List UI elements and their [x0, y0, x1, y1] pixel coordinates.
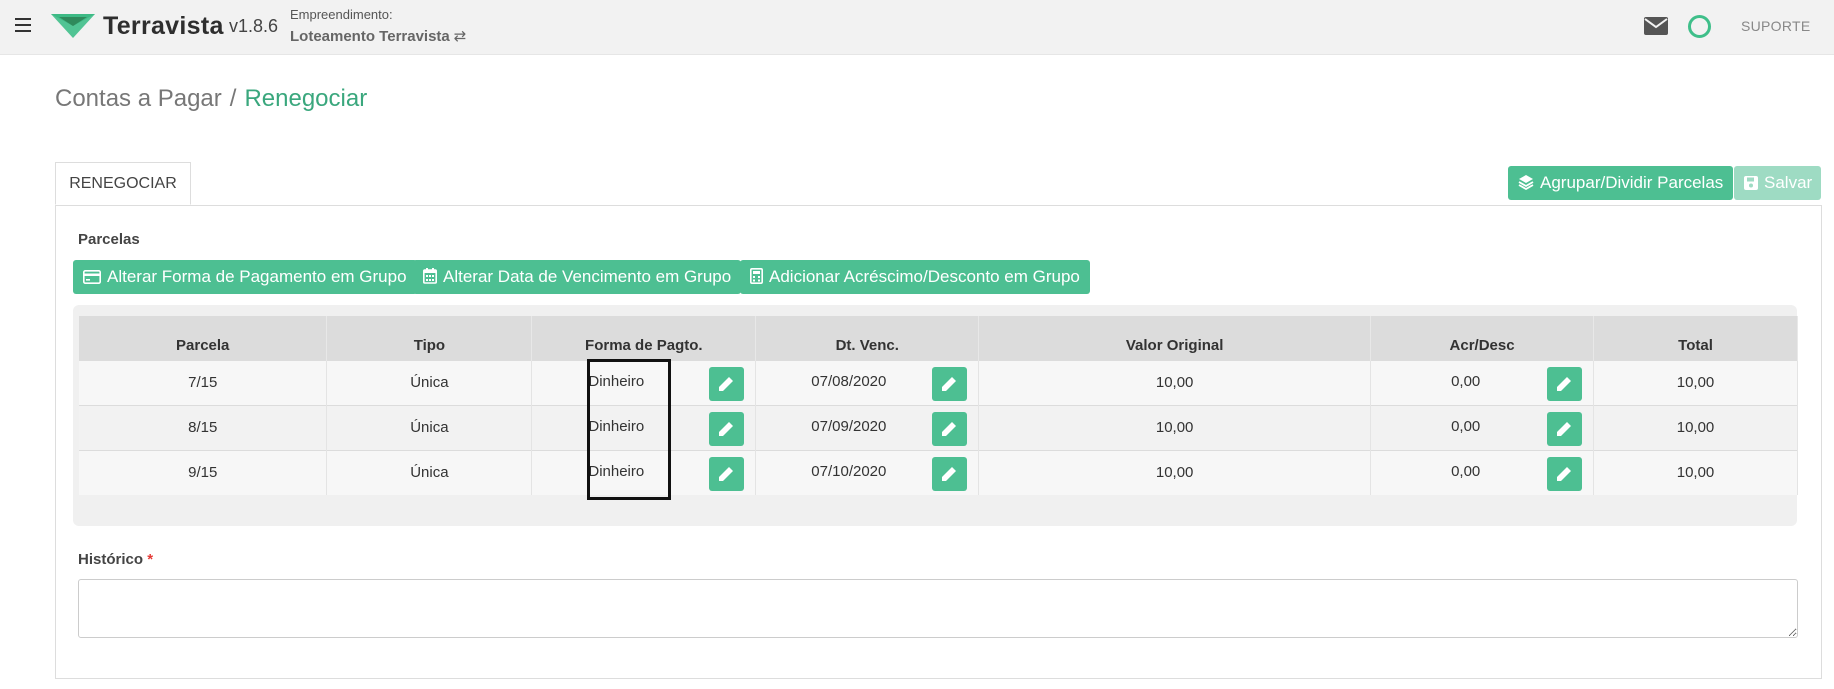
- col-total: Total: [1593, 316, 1798, 360]
- table-row: 7/15 Única Dinheiro 07/08/2020 10,00 0,0…: [79, 359, 1798, 405]
- forma-value: Dinheiro: [588, 462, 645, 480]
- edit-venc-button[interactable]: [932, 411, 968, 446]
- edit-forma-button[interactable]: [709, 366, 745, 401]
- edit-venc-button[interactable]: [932, 366, 968, 401]
- cell-tipo: Única: [326, 449, 533, 495]
- parcelas-title: Parcelas: [78, 231, 140, 248]
- acr-value: 0,00: [1451, 417, 1481, 435]
- col-forma-pagto: Forma de Pagto.: [531, 316, 757, 360]
- cell-total: 10,00: [1593, 359, 1798, 405]
- layers-icon: [1518, 175, 1534, 191]
- parcelas-table: Parcela Tipo Forma de Pagto. Dt. Venc. V…: [79, 316, 1798, 495]
- breadcrumb: Contas a Pagar / Renegociar: [55, 85, 367, 113]
- edit-forma-button[interactable]: [709, 456, 745, 491]
- status-ring-icon[interactable]: [1688, 15, 1711, 38]
- pencil-icon: [942, 421, 957, 436]
- edit-venc-button[interactable]: [932, 456, 968, 491]
- cell-tipo: Única: [326, 359, 533, 405]
- historico-textarea[interactable]: [78, 579, 1798, 638]
- calculator-icon: [750, 268, 763, 284]
- historico-label: Histórico *: [78, 551, 153, 568]
- parcelas-table-container: Parcela Tipo Forma de Pagto. Dt. Venc. V…: [73, 305, 1798, 526]
- pencil-icon: [942, 466, 957, 481]
- cell-parcela: 9/15: [79, 449, 328, 495]
- forma-value: Dinheiro: [588, 372, 645, 390]
- edit-forma-button[interactable]: [709, 411, 745, 446]
- edit-acr-button[interactable]: [1547, 411, 1583, 446]
- breadcrumb-current: Renegociar: [244, 85, 368, 112]
- venc-value: 07/09/2020: [811, 417, 887, 435]
- pencil-icon: [719, 421, 734, 436]
- group-payment-form-button[interactable]: Alterar Forma de Pagamento em Grupo: [73, 260, 417, 294]
- venc-value: 07/10/2020: [811, 462, 887, 480]
- pencil-icon: [1557, 421, 1572, 436]
- floppy-icon: [1744, 176, 1758, 190]
- tab-renegociar[interactable]: RENEGOCIAR: [55, 162, 191, 205]
- top-bar: Terravista v1.8.6 Empreendimento: Loteam…: [0, 0, 1834, 55]
- pencil-icon: [1557, 376, 1572, 391]
- menu-icon[interactable]: [15, 18, 31, 32]
- group-split-label: Agrupar/Dividir Parcelas: [1540, 173, 1724, 192]
- required-mark: *: [147, 551, 154, 568]
- cell-tipo: Única: [326, 404, 533, 450]
- breadcrumb-separator: /: [229, 85, 237, 112]
- app-name: Terravista: [103, 12, 224, 40]
- table-row: 8/15 Única Dinheiro 07/09/2020 10,00 0,0…: [79, 404, 1798, 450]
- acr-value: 0,00: [1451, 372, 1481, 390]
- cell-valor: 10,00: [978, 359, 1372, 405]
- acr-value: 0,00: [1451, 462, 1481, 480]
- col-acr-desc: Acr/Desc: [1370, 316, 1595, 360]
- cell-acr: 0,00: [1370, 359, 1595, 405]
- cell-acr: 0,00: [1370, 404, 1595, 450]
- historico-label-text: Histórico: [78, 551, 144, 568]
- col-dt-venc: Dt. Venc.: [755, 316, 980, 360]
- save-label: Salvar: [1764, 173, 1813, 192]
- pencil-icon: [719, 376, 734, 391]
- empreendimento-name: Loteamento Terravista: [290, 28, 450, 45]
- save-button[interactable]: Salvar: [1734, 166, 1821, 200]
- cell-forma: Dinheiro: [531, 404, 757, 450]
- group-adjustment-label: Adicionar Acréscimo/Desconto em Grupo: [769, 267, 1080, 286]
- cell-valor: 10,00: [978, 404, 1372, 450]
- forma-value: Dinheiro: [588, 417, 645, 435]
- group-due-date-button[interactable]: Alterar Data de Vencimento em Grupo: [413, 260, 742, 294]
- swap-icon: ⇄: [453, 28, 467, 45]
- cell-parcela: 8/15: [79, 404, 328, 450]
- col-parcela: Parcela: [79, 316, 328, 360]
- group-payment-form-label: Alterar Forma de Pagamento em Grupo: [107, 267, 407, 286]
- cell-acr: 0,00: [1370, 449, 1595, 495]
- pencil-icon: [942, 376, 957, 391]
- group-split-button[interactable]: Agrupar/Dividir Parcelas: [1508, 166, 1734, 200]
- cell-venc: 07/09/2020: [755, 404, 980, 450]
- edit-acr-button[interactable]: [1547, 456, 1583, 491]
- breadcrumb-parent[interactable]: Contas a Pagar: [55, 85, 222, 112]
- support-link[interactable]: SUPORTE: [1741, 18, 1811, 34]
- group-due-date-label: Alterar Data de Vencimento em Grupo: [443, 267, 732, 286]
- venc-value: 07/08/2020: [811, 372, 887, 390]
- mail-icon[interactable]: [1644, 17, 1668, 35]
- logo-icon: [51, 14, 95, 38]
- cell-total: 10,00: [1593, 449, 1798, 495]
- pencil-icon: [1557, 466, 1572, 481]
- col-valor-original: Valor Original: [978, 316, 1372, 360]
- cell-parcela: 7/15: [79, 359, 328, 405]
- app-version: v1.8.6: [229, 16, 279, 36]
- cell-total: 10,00: [1593, 404, 1798, 450]
- credit-card-icon: [83, 270, 101, 284]
- group-adjustment-button[interactable]: Adicionar Acréscimo/Desconto em Grupo: [740, 260, 1090, 294]
- cell-valor: 10,00: [978, 449, 1372, 495]
- empreendimento-label: Empreendimento:: [290, 7, 393, 22]
- cell-venc: 07/08/2020: [755, 359, 980, 405]
- cell-venc: 07/10/2020: [755, 449, 980, 495]
- empreendimento-selector[interactable]: Loteamento Terravista ⇄: [290, 27, 466, 45]
- pencil-icon: [719, 466, 734, 481]
- table-row: 9/15 Única Dinheiro 07/10/2020 10,00 0,0…: [79, 449, 1798, 495]
- cell-forma: Dinheiro: [531, 449, 757, 495]
- cell-forma: Dinheiro: [531, 359, 757, 405]
- col-tipo: Tipo: [326, 316, 533, 360]
- calendar-icon: [423, 268, 437, 284]
- edit-acr-button[interactable]: [1547, 366, 1583, 401]
- table-header-row: Parcela Tipo Forma de Pagto. Dt. Venc. V…: [79, 316, 1798, 360]
